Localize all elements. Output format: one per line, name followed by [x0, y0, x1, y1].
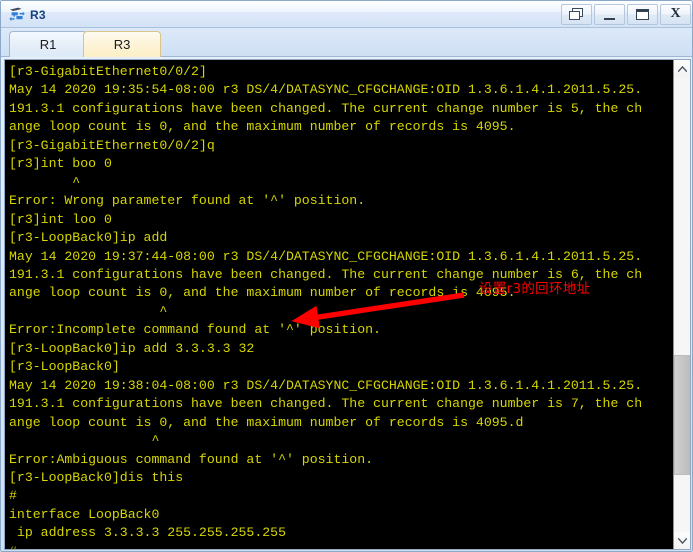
- terminal-line: #: [9, 488, 17, 504]
- terminal-line: [r3-GigabitEthernet0/0/2]: [9, 64, 207, 79]
- close-icon: X: [670, 6, 681, 21]
- terminal-output[interactable]: [r3-GigabitEthernet0/0/2] May 14 2020 19:…: [5, 60, 673, 549]
- terminal-line: ^: [9, 433, 160, 449]
- terminal-line: [r3]int boo 0: [9, 156, 112, 172]
- terminal-line: [r3-LoopBack0]ip add 3.3.3.3 32: [9, 340, 255, 356]
- terminal-line: Error:Ambiguous command found at '^' pos…: [9, 451, 374, 467]
- tab-r3[interactable]: R3: [83, 31, 161, 57]
- scroll-down-button[interactable]: [674, 532, 690, 549]
- terminal-line: ange loop count is 0, and the maximum nu…: [9, 119, 516, 135]
- title-bar: R3 X: [1, 1, 692, 28]
- terminal-line: [r3-LoopBack0]dis this: [9, 469, 184, 485]
- restore-button[interactable]: [561, 3, 592, 25]
- minimize-icon: [604, 12, 615, 20]
- terminal-line: May 14 2020 19:37:44-08:00 r3 DS/4/DATAS…: [9, 248, 643, 264]
- terminal-line: 191.3.1 configurations have been changed…: [9, 266, 643, 282]
- minimize-button[interactable]: [594, 3, 625, 25]
- tab-strip: R1 R3: [1, 28, 692, 57]
- terminal-line: ^: [9, 303, 168, 319]
- terminal-line: #: [9, 543, 673, 549]
- close-button[interactable]: X: [660, 3, 691, 25]
- terminal-line: ange loop count is 0, and the maximum nu…: [9, 414, 524, 430]
- terminal-line: Error: Wrong parameter found at '^' posi…: [9, 193, 366, 209]
- maximize-icon: [636, 8, 649, 20]
- tab-r1-label: R1: [39, 37, 57, 52]
- terminal-line: May 14 2020 19:38:04-08:00 r3 DS/4/DATAS…: [9, 377, 643, 393]
- terminal-line: Error:Incomplete command found at '^' po…: [9, 322, 381, 338]
- scroll-up-button[interactable]: [674, 60, 690, 77]
- scrollbar-thumb[interactable]: [674, 355, 690, 475]
- maximize-button[interactable]: [627, 3, 658, 25]
- terminal-line: ip address 3.3.3.3 255.255.255.255: [9, 525, 286, 541]
- terminal-line: ange loop count is 0, and the maximum nu…: [9, 285, 516, 301]
- router-icon: [8, 5, 26, 23]
- terminal-panel: [r3-GigabitEthernet0/0/2] May 14 2020 19:…: [4, 59, 691, 550]
- window-title: R3: [30, 7, 46, 22]
- terminal-line: [r3-LoopBack0]ip add: [9, 230, 168, 246]
- terminal-line: [r3-LoopBack0]: [9, 359, 120, 375]
- terminal-line: 191.3.1 configurations have been changed…: [9, 100, 643, 116]
- terminal-line: interface LoopBack0: [9, 506, 160, 522]
- terminal-line: May 14 2020 19:35:54-08:00 r3 DS/4/DATAS…: [9, 82, 643, 98]
- terminal-line: 191.3.1 configurations have been changed…: [9, 396, 643, 412]
- restore-icon: [569, 7, 584, 21]
- terminal-line: [r3]int loo 0: [9, 211, 112, 227]
- window-controls: X: [554, 3, 691, 25]
- terminal-line: [r3-GigabitEthernet0/0/2]q: [9, 137, 215, 153]
- router-console-window: R3 X R1 R3 [r3-GigabitEthernet0/0/2] May…: [0, 0, 693, 552]
- tab-r3-label: R3: [113, 37, 131, 52]
- terminal-line: ^: [9, 174, 81, 190]
- terminal-scrollbar[interactable]: [673, 60, 690, 549]
- tab-r1[interactable]: R1: [9, 31, 87, 57]
